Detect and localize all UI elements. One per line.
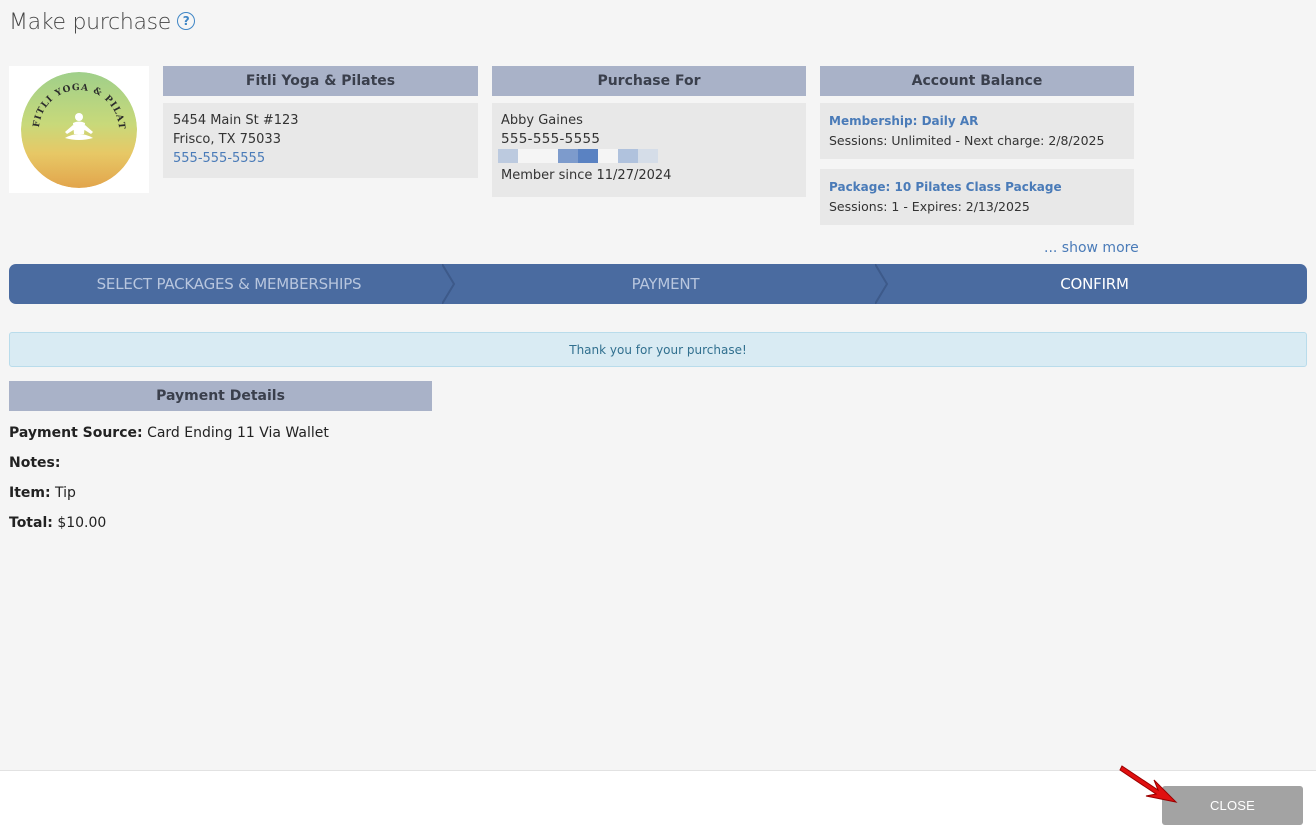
step-payment[interactable]: PAYMENT xyxy=(449,264,889,304)
notes-row: Notes: xyxy=(9,453,329,483)
badge-block xyxy=(598,149,618,163)
step-label: PAYMENT xyxy=(631,275,700,293)
page-title-text: Make purchase xyxy=(9,10,172,35)
help-icon[interactable]: ? xyxy=(177,11,196,30)
store-phone-link[interactable]: 555-555-5555 xyxy=(173,149,468,168)
balance-item-detail: Sessions: Unlimited - Next charge: 2/8/2… xyxy=(829,133,1105,148)
store-card: Fitli Yoga & Pilates 5454 Main St #123 F… xyxy=(163,66,478,178)
badge-block xyxy=(558,149,578,163)
annotation-arrow-icon xyxy=(1119,765,1178,803)
badge-block xyxy=(498,149,518,163)
member-since: Member since 11/27/2024 xyxy=(501,168,672,183)
client-phone: 555-555-5555 xyxy=(501,131,601,147)
badge-block xyxy=(618,149,638,163)
step-select-packages[interactable]: SELECT PACKAGES & MEMBERSHIPS xyxy=(9,264,456,304)
yoga-logo-icon: FITLI YOGA & PILATES xyxy=(21,71,137,188)
show-more-link[interactable]: ... show more xyxy=(1044,240,1139,256)
balance-item-detail: Sessions: 1 - Expires: 2/13/2025 xyxy=(829,199,1030,214)
item-row: Item: Tip xyxy=(9,483,329,513)
item-value: Tip xyxy=(55,485,76,501)
store-address-line1: 5454 Main St #123 xyxy=(173,113,299,128)
step-label: CONFIRM xyxy=(1060,275,1129,293)
item-label: Item: xyxy=(9,485,51,501)
purchase-for-card: Purchase For Abby Gaines 555-555-5555 Me… xyxy=(492,66,806,197)
badge-block xyxy=(578,149,598,163)
page-title: Make purchase ? xyxy=(9,10,196,35)
success-alert: Thank you for your purchase! xyxy=(9,332,1307,367)
payment-source-label: Payment Source: xyxy=(9,425,143,441)
badge-block xyxy=(518,149,538,163)
step-confirm[interactable]: CONFIRM xyxy=(882,264,1307,304)
step-label: SELECT PACKAGES & MEMBERSHIPS xyxy=(96,275,362,293)
total-row: Total: $10.00 xyxy=(9,513,329,543)
payment-details-title: Payment Details xyxy=(9,381,432,411)
account-balance-card: Account Balance Membership: Daily AR Ses… xyxy=(820,66,1134,225)
account-balance-title: Account Balance xyxy=(820,66,1134,96)
balance-item-title[interactable]: Membership: Daily AR xyxy=(829,112,1125,131)
balance-item-package: Package: 10 Pilates Class Package Sessio… xyxy=(820,169,1134,225)
badge-block xyxy=(538,149,558,163)
purchase-stepper: SELECT PACKAGES & MEMBERSHIPS PAYMENT CO… xyxy=(9,264,1307,304)
total-label: Total: xyxy=(9,515,53,531)
badge-block xyxy=(638,149,658,163)
payment-source-row: Payment Source: Card Ending 11 Via Walle… xyxy=(9,423,329,453)
notes-label: Notes: xyxy=(9,455,61,471)
step-divider-icon xyxy=(875,264,889,304)
store-name: Fitli Yoga & Pilates xyxy=(163,66,478,96)
total-value: $10.00 xyxy=(57,515,107,531)
balance-item-membership: Membership: Daily AR Sessions: Unlimited… xyxy=(820,103,1134,159)
store-address-line2: Frisco, TX 75033 xyxy=(173,132,281,147)
client-badges xyxy=(498,149,796,163)
payment-details: Payment Source: Card Ending 11 Via Walle… xyxy=(9,423,329,543)
step-divider-icon xyxy=(442,264,456,304)
close-button[interactable]: CLOSE xyxy=(1162,786,1303,825)
purchase-for-title: Purchase For xyxy=(492,66,806,96)
business-logo: FITLI YOGA & PILATES xyxy=(9,66,149,193)
balance-item-title[interactable]: Package: 10 Pilates Class Package xyxy=(829,178,1125,197)
payment-source-value: Card Ending 11 Via Wallet xyxy=(147,425,329,441)
client-name: Abby Gaines xyxy=(501,113,583,128)
